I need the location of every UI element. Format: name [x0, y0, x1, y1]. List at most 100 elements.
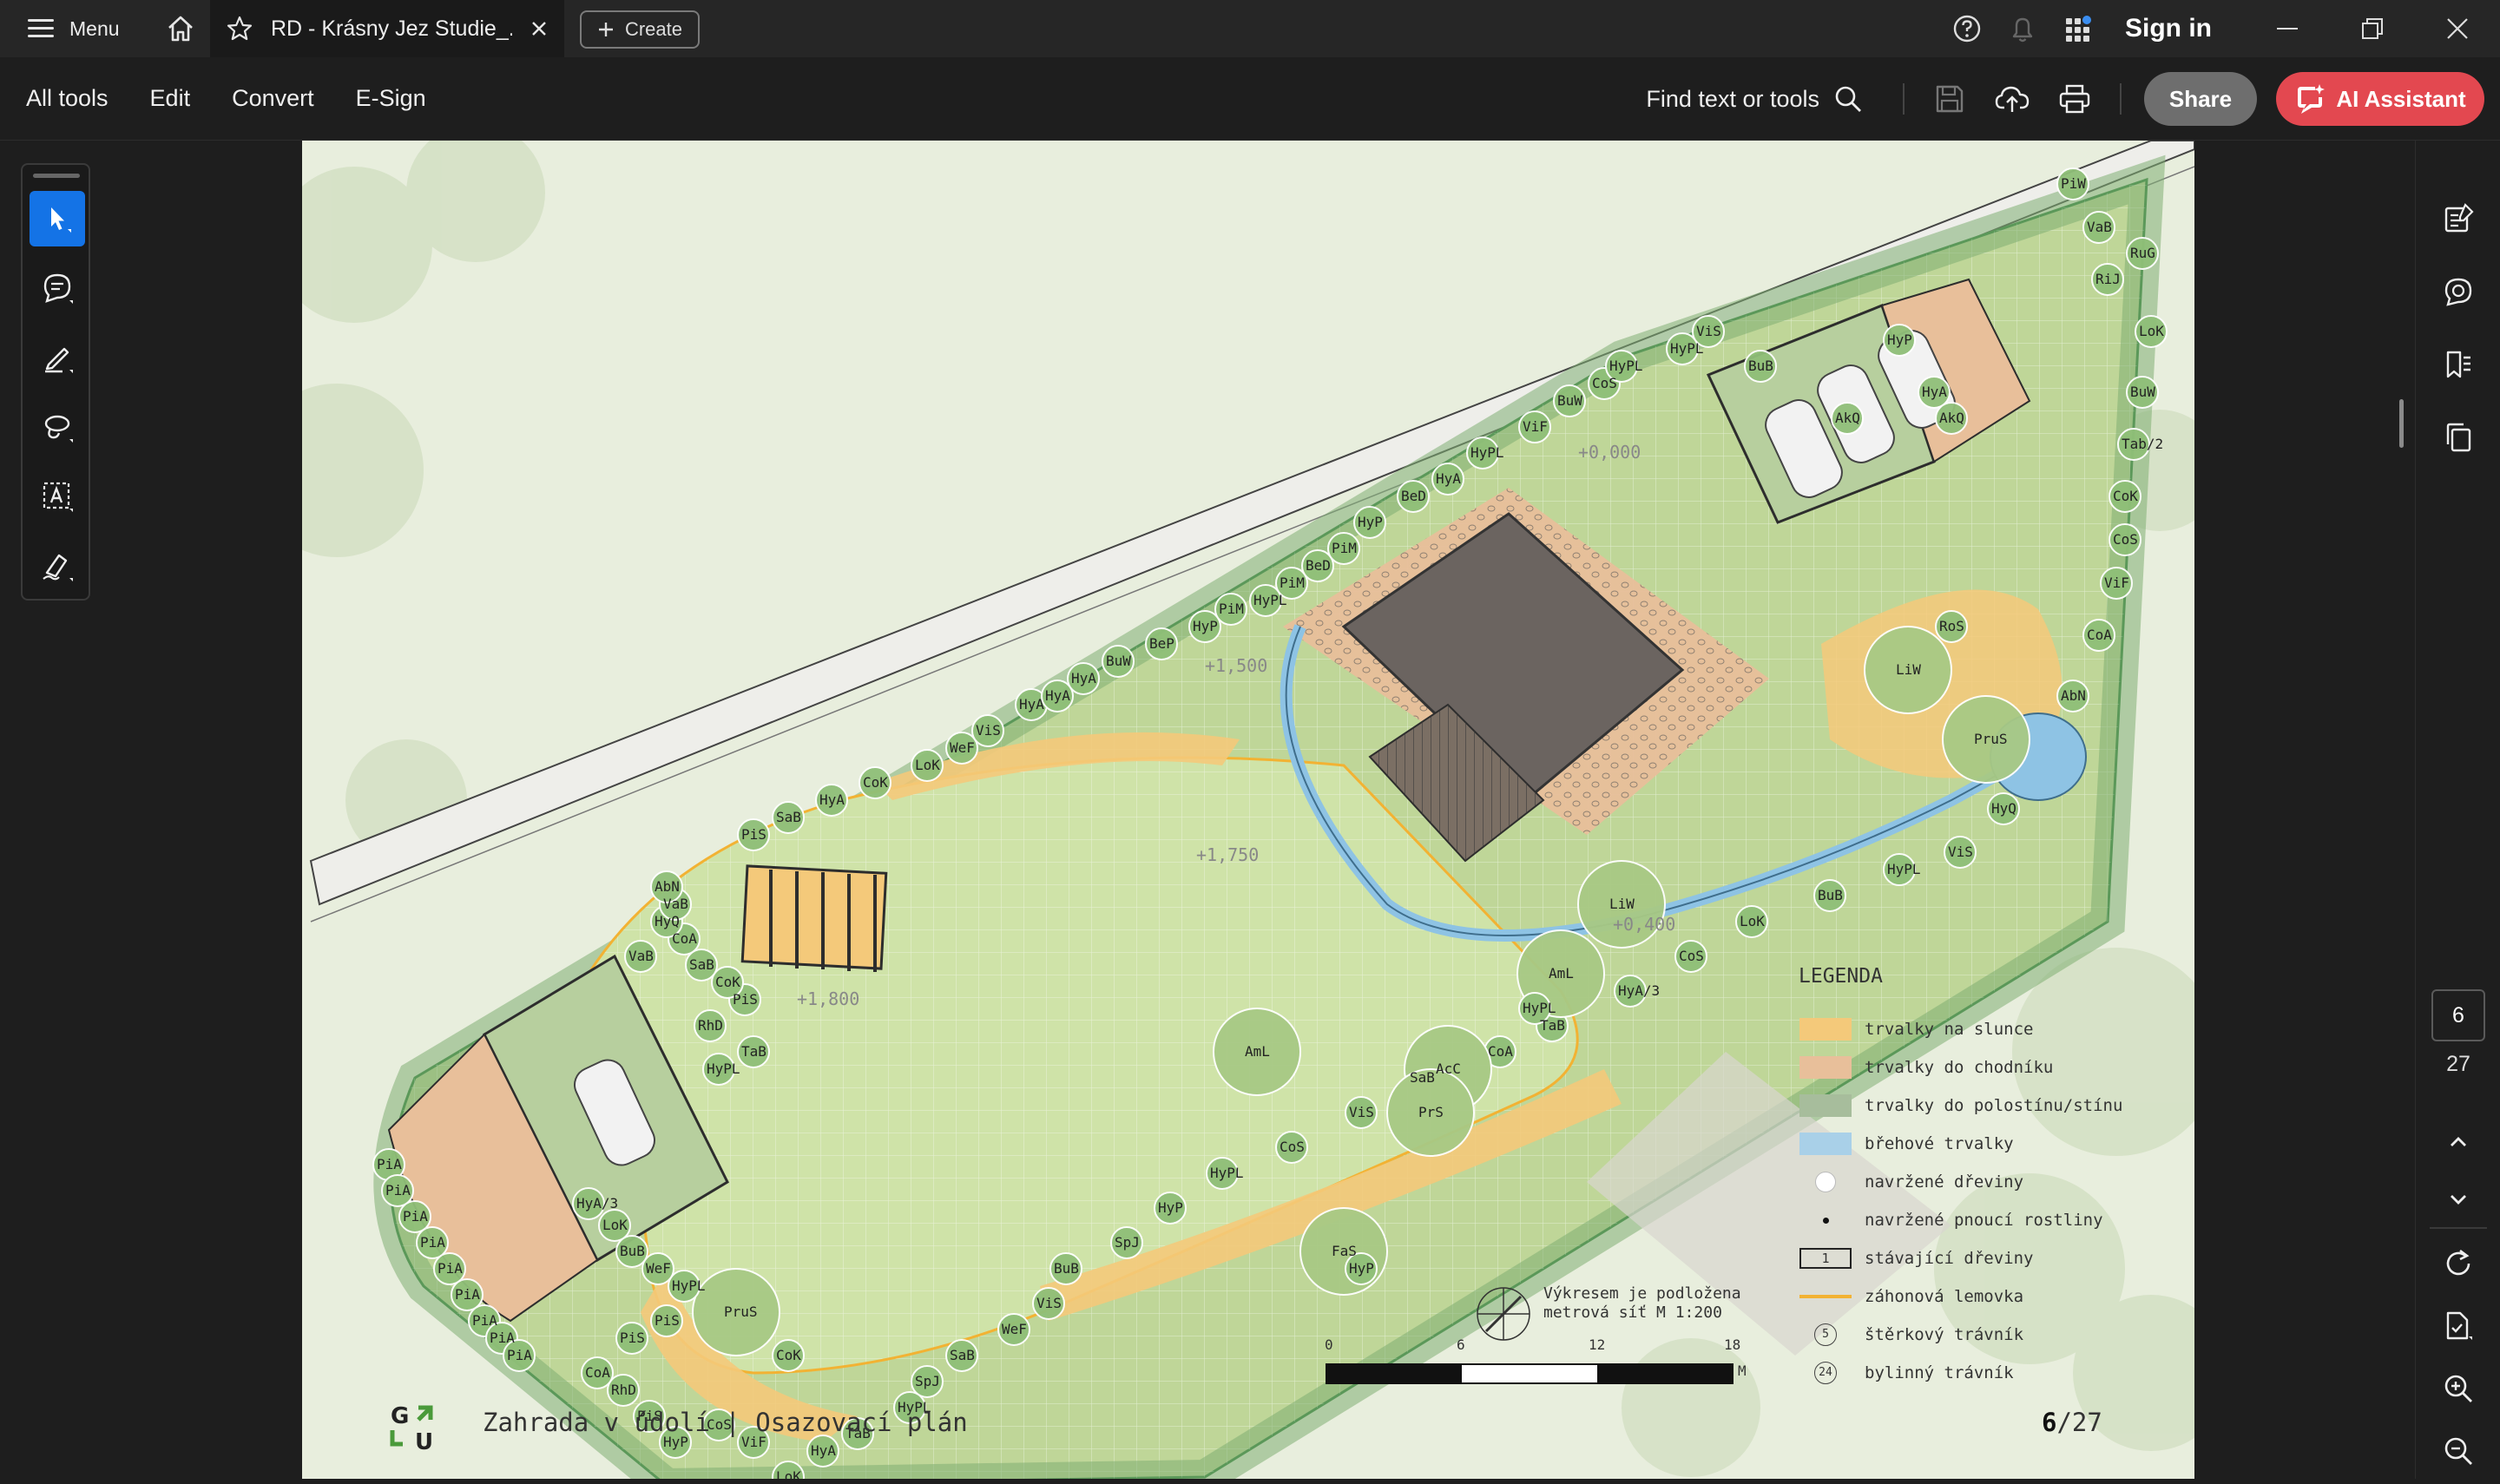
ai-assistant-icon	[2298, 84, 2326, 114]
home-button[interactable]	[148, 0, 214, 57]
legend-label: trvalky do polostínu/stínu	[1865, 1096, 2123, 1115]
plant-label: PiA	[490, 1330, 515, 1346]
print-button[interactable]	[2043, 68, 2106, 130]
help-button[interactable]	[1939, 0, 1995, 57]
apps-button[interactable]	[2050, 0, 2106, 57]
plant-label: HyPL	[1609, 358, 1643, 374]
legend-symbol	[1799, 1018, 1852, 1041]
rotate-button[interactable]	[2416, 1231, 2500, 1297]
comments-panel-button[interactable]	[2416, 259, 2500, 325]
pages-panel-button[interactable]	[2416, 404, 2500, 470]
plant-label: RhD	[698, 1017, 723, 1034]
plant-label: WeF	[646, 1260, 671, 1277]
legend-item: 1 stávající dřeviny	[1799, 1239, 2122, 1277]
scale-note-line-1: Výkresem je podložena	[1543, 1284, 1741, 1303]
text-box-tool[interactable]	[30, 469, 85, 524]
plant-label: HyP	[1358, 514, 1383, 530]
bell-icon	[2012, 17, 2033, 43]
chevron-down-icon	[2451, 1195, 2466, 1205]
home-icon	[168, 16, 193, 42]
menu-button[interactable]: Menu	[0, 0, 148, 57]
plant-label: HyA	[1922, 384, 1947, 400]
plant-label: ViS	[1696, 323, 1721, 339]
plant-label: HyP	[1158, 1199, 1183, 1216]
scale-unit: M	[1738, 1363, 1747, 1379]
next-page-button[interactable]	[2416, 1166, 2500, 1232]
zoom-in-button[interactable]	[2416, 1356, 2500, 1422]
edit-pdf-panel-button[interactable]	[2416, 186, 2500, 252]
menu-convert[interactable]: Convert	[211, 85, 335, 112]
star-icon[interactable]	[226, 15, 253, 43]
plant-label: PiS	[655, 1312, 680, 1329]
plant-label: PiM	[1332, 540, 1357, 556]
main-toolbar: All tools Edit Convert E-Sign Find text …	[0, 57, 2500, 141]
upload-cloud-button[interactable]	[1981, 68, 2043, 130]
plant-label: HyQ	[655, 913, 680, 929]
close-window-button[interactable]	[2415, 0, 2500, 57]
legend-label: záhonová lemovka	[1865, 1287, 2024, 1306]
plant-label: PiA	[438, 1260, 463, 1277]
legend-symbol	[1799, 1209, 1852, 1231]
pen-highlight-icon	[45, 347, 73, 373]
plant-label: Tab/2	[2122, 436, 2163, 452]
legend-item: břehové trvalky	[1799, 1125, 2122, 1163]
close-tab-icon[interactable]	[530, 19, 549, 38]
comment-tool[interactable]	[30, 260, 85, 316]
plant-label: ViF	[1523, 418, 1548, 435]
plant-label: BeD	[1401, 488, 1426, 504]
document-properties-button[interactable]	[2416, 1293, 2500, 1359]
select-tool[interactable]	[30, 191, 85, 246]
rail-drag-handle[interactable]	[33, 174, 80, 178]
print-icon	[2059, 84, 2090, 114]
find-text-or-tools[interactable]: Find text or tools	[1646, 84, 1889, 114]
plant-label: CoA	[2087, 627, 2112, 643]
plant-label: RhD	[611, 1382, 636, 1398]
plant-label: PruS	[1974, 731, 2008, 747]
total-pages: 27	[2446, 1052, 2470, 1076]
notifications-button[interactable]	[1995, 0, 2050, 57]
document-page[interactable]: PiW VaB RuG RiJ LoK BuW Tab/2 CoK CoS ViF CoA AbN Hy…	[302, 141, 2194, 1479]
document-tab[interactable]: RD - Krásny Jez Studie_...	[210, 0, 564, 57]
menu-edit[interactable]: Edit	[129, 85, 212, 112]
plant-label: CoS	[1592, 375, 1617, 391]
plant-label: HyPL	[1210, 1165, 1244, 1181]
menu-all-tools[interactable]: All tools	[5, 85, 129, 112]
ai-assistant-button[interactable]: AI Assistant	[2276, 72, 2484, 126]
plant-label: AcC	[1436, 1060, 1461, 1077]
zoom-out-button[interactable]	[2416, 1418, 2500, 1484]
sign-tool[interactable]	[30, 538, 85, 594]
document-scrollbar[interactable]	[2399, 399, 2404, 448]
current-page-input[interactable]: 6	[2431, 989, 2485, 1041]
legend-title: LEGENDA	[1799, 965, 1883, 988]
plant-label: LiW	[1609, 896, 1635, 912]
legend-label: stávající dřeviny	[1865, 1249, 2034, 1268]
plant-label: LoK	[2139, 323, 2164, 339]
plant-label: ViS	[1036, 1295, 1062, 1311]
cursor-arrow-icon	[51, 207, 71, 233]
previous-page-button[interactable]	[2416, 1109, 2500, 1175]
plant-label: HyPL	[1253, 592, 1287, 608]
bookmarks-panel-button[interactable]	[2416, 332, 2500, 397]
share-button[interactable]: Share	[2144, 72, 2257, 126]
minimize-button[interactable]	[2245, 0, 2330, 57]
sign-in-button[interactable]: Sign in	[2106, 14, 2245, 43]
plant-label: HyA	[819, 791, 845, 808]
save-button[interactable]	[1918, 68, 1981, 130]
plant-label: CoS	[2113, 531, 2138, 548]
cloud-upload-icon	[1995, 86, 2030, 112]
draw-tool[interactable]	[30, 399, 85, 455]
plant-label: VaB	[663, 896, 688, 912]
menu-e-sign[interactable]: E-Sign	[335, 85, 447, 112]
ai-assistant-label: AI Assistant	[2336, 85, 2466, 112]
highlight-tool[interactable]	[30, 330, 85, 385]
restore-button[interactable]	[2330, 0, 2415, 57]
plant-label: BuB	[1054, 1260, 1079, 1277]
legend-item: 5 štěrkový trávník	[1799, 1316, 2122, 1354]
legend-label: štěrkový trávník	[1865, 1325, 2024, 1344]
legend-label: navržené dřeviny	[1865, 1172, 2024, 1192]
create-button[interactable]: Create	[580, 10, 700, 49]
plant-label: LoK	[1740, 913, 1765, 929]
scale-tick-0: 0	[1325, 1336, 1333, 1353]
legend-symbol	[1799, 1171, 1852, 1193]
legend-symbol	[1799, 1285, 1852, 1308]
